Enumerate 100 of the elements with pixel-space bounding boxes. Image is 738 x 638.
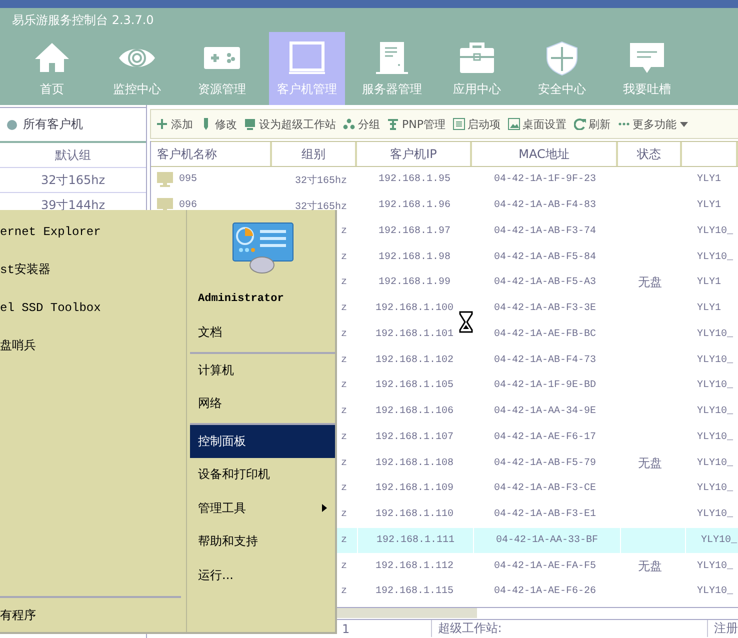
- table-cell: z: [340, 406, 347, 418]
- menu-item[interactable]: 设备和打印机: [190, 458, 335, 492]
- column-header[interactable]: MAC地址: [472, 142, 618, 166]
- toolbar-button[interactable]: 设为超级工作站: [244, 116, 336, 132]
- table-cell: YLY10_: [701, 534, 738, 546]
- column-header[interactable]: 组别: [272, 142, 357, 166]
- nodes-icon: [343, 118, 355, 130]
- toolbar-button[interactable]: 修改: [200, 116, 237, 132]
- table-cell: z: [340, 586, 347, 598]
- menu-item[interactable]: 管理工具: [190, 492, 335, 525]
- group-item[interactable]: 32寸165hz: [0, 168, 146, 193]
- status-text: 超级工作站:: [438, 621, 502, 636]
- program-item[interactable]: st安装器: [0, 251, 186, 289]
- column-header[interactable]: 状态: [618, 142, 682, 166]
- all-programs-item[interactable]: 有程序: [0, 596, 181, 632]
- table-cell: 04-42-1A-AA-34-9E: [494, 406, 596, 418]
- table-cell: z: [340, 534, 347, 546]
- menu-item[interactable]: 文档: [190, 316, 335, 350]
- table-cell: YLY10_: [697, 328, 734, 340]
- table-cell: z: [340, 380, 347, 392]
- table-cell: 无盘: [638, 274, 662, 292]
- table-cell: z: [340, 509, 347, 520]
- table-cell: z: [340, 226, 347, 237]
- toolbar-button[interactable]: 启动项: [452, 116, 500, 132]
- table-cell: z: [340, 277, 347, 288]
- table-cell: YLY10_: [697, 560, 734, 572]
- menu-item[interactable]: 运行...: [190, 558, 335, 592]
- control-panel-icon: [232, 222, 294, 274]
- table-cell: 04-42-1A-AB-F5-A3: [494, 277, 596, 288]
- menu-item[interactable]: 网络: [190, 387, 335, 420]
- list-icon: [452, 118, 464, 130]
- table-cell: YLY10_: [697, 226, 734, 237]
- monitor-icon: [157, 172, 173, 188]
- table-cell: 192.168.1.98: [378, 252, 450, 263]
- table-cell: YLY10_: [697, 509, 734, 520]
- table-cell: 192.168.1.111: [376, 534, 454, 546]
- table-cell: 192.168.1.110: [375, 509, 454, 520]
- monitor-icon: [244, 118, 256, 130]
- table-cell: 04-42-1A-AE-F6-26: [494, 586, 596, 598]
- table-cell: 192.168.1.96: [378, 200, 450, 212]
- group-item[interactable]: 默认组: [0, 143, 146, 168]
- table-cell: 04-42-1A-AB-F5-84: [494, 252, 596, 263]
- table-cell: YLY1: [697, 200, 722, 212]
- user-name[interactable]: Administrator: [190, 282, 335, 316]
- table-cell-text: 32寸165hz: [294, 174, 347, 187]
- table-cell: YLY10_: [697, 483, 734, 494]
- table-cell: 192.168.1.101: [375, 328, 454, 340]
- program-item[interactable]: 盘哨兵: [0, 327, 186, 365]
- table-cell: YLY10_: [697, 458, 734, 469]
- table-cell: 192.168.1.108: [375, 458, 454, 469]
- table-cell: 04-42-1A-AE-FB-BC: [494, 328, 596, 340]
- toolbar-button[interactable]: 更多功能: [618, 116, 676, 132]
- table-cell: 04-42-1A-1F-9E-BD: [494, 380, 596, 392]
- table-cell: YLY1: [697, 303, 722, 314]
- table-cell: 192.168.1.106: [375, 406, 454, 418]
- table-cell: 192.168.1.102: [375, 354, 454, 366]
- toolbar-button[interactable]: 桌面设置: [508, 116, 566, 132]
- toolbar-button[interactable]: PNP管理: [387, 116, 446, 132]
- table-cell: YLY10_: [697, 406, 734, 418]
- table-cell: 04-42-1A-AB-F3-3E: [494, 303, 596, 314]
- hourglass-cursor-icon: [459, 311, 473, 333]
- table-cell: z: [340, 483, 347, 494]
- program-item[interactable]: el SSD Toolbox: [0, 289, 186, 327]
- table-cell: z: [340, 432, 347, 443]
- toolbar-button[interactable]: 添加: [156, 116, 193, 132]
- table-cell: YLY1: [697, 174, 722, 186]
- sidebar-header[interactable]: 所有客户机: [0, 107, 146, 143]
- table-cell: z: [340, 560, 347, 572]
- table-cell: 192.168.1.107: [375, 432, 454, 443]
- table-cell: YLY10_: [697, 354, 734, 366]
- table-cell: 04-42-1A-AE-FA-F5: [494, 560, 596, 572]
- table-cell-text: 32寸165hz: [294, 200, 347, 213]
- menu-item[interactable]: 计算机: [190, 354, 335, 387]
- table-cell: YLY10_: [697, 380, 734, 392]
- toolbar-button[interactable]: 刷新: [574, 116, 610, 132]
- menu-item[interactable]: 控制面板: [190, 424, 335, 458]
- column-header[interactable]: 客户机名称: [151, 142, 272, 166]
- table-cell: 192.168.1.95: [378, 174, 450, 186]
- chip-icon: [387, 118, 399, 130]
- table-cell: z: [340, 354, 347, 366]
- dropdown-caret-icon[interactable]: [680, 122, 688, 126]
- table-cell: 192.168.1.105: [375, 380, 454, 392]
- table-cell: z: [340, 252, 347, 263]
- window-title: 易乐游服务控制台 2.3.7.0: [11, 12, 154, 29]
- table-cell: 192.168.1.99: [378, 277, 450, 288]
- table-cell: 192.168.1.112: [375, 560, 454, 572]
- image-icon: [508, 118, 520, 130]
- status-text: 1: [342, 622, 350, 636]
- table-cell: 192.168.1.100: [375, 303, 454, 314]
- table-cell: z: [340, 303, 347, 314]
- sidebar-title: 所有客户机: [23, 116, 83, 133]
- table-cell: YLY10_: [697, 432, 734, 443]
- table-row[interactable]: 095 32寸165hz 192.168.1.95 04-42-1A-1F-9F-23 YLY1: [151, 167, 738, 193]
- table-cell: 无盘: [638, 454, 662, 472]
- refresh-icon: [574, 118, 586, 130]
- table-cell: YLY10_: [697, 586, 734, 598]
- table-cell: 04-42-1A-1F-9F-23: [494, 174, 596, 186]
- column-header[interactable]: 客户机IP: [357, 142, 472, 166]
- toolbar-button[interactable]: 分组: [343, 116, 380, 132]
- scrollbar-thumb[interactable]: [337, 608, 477, 618]
